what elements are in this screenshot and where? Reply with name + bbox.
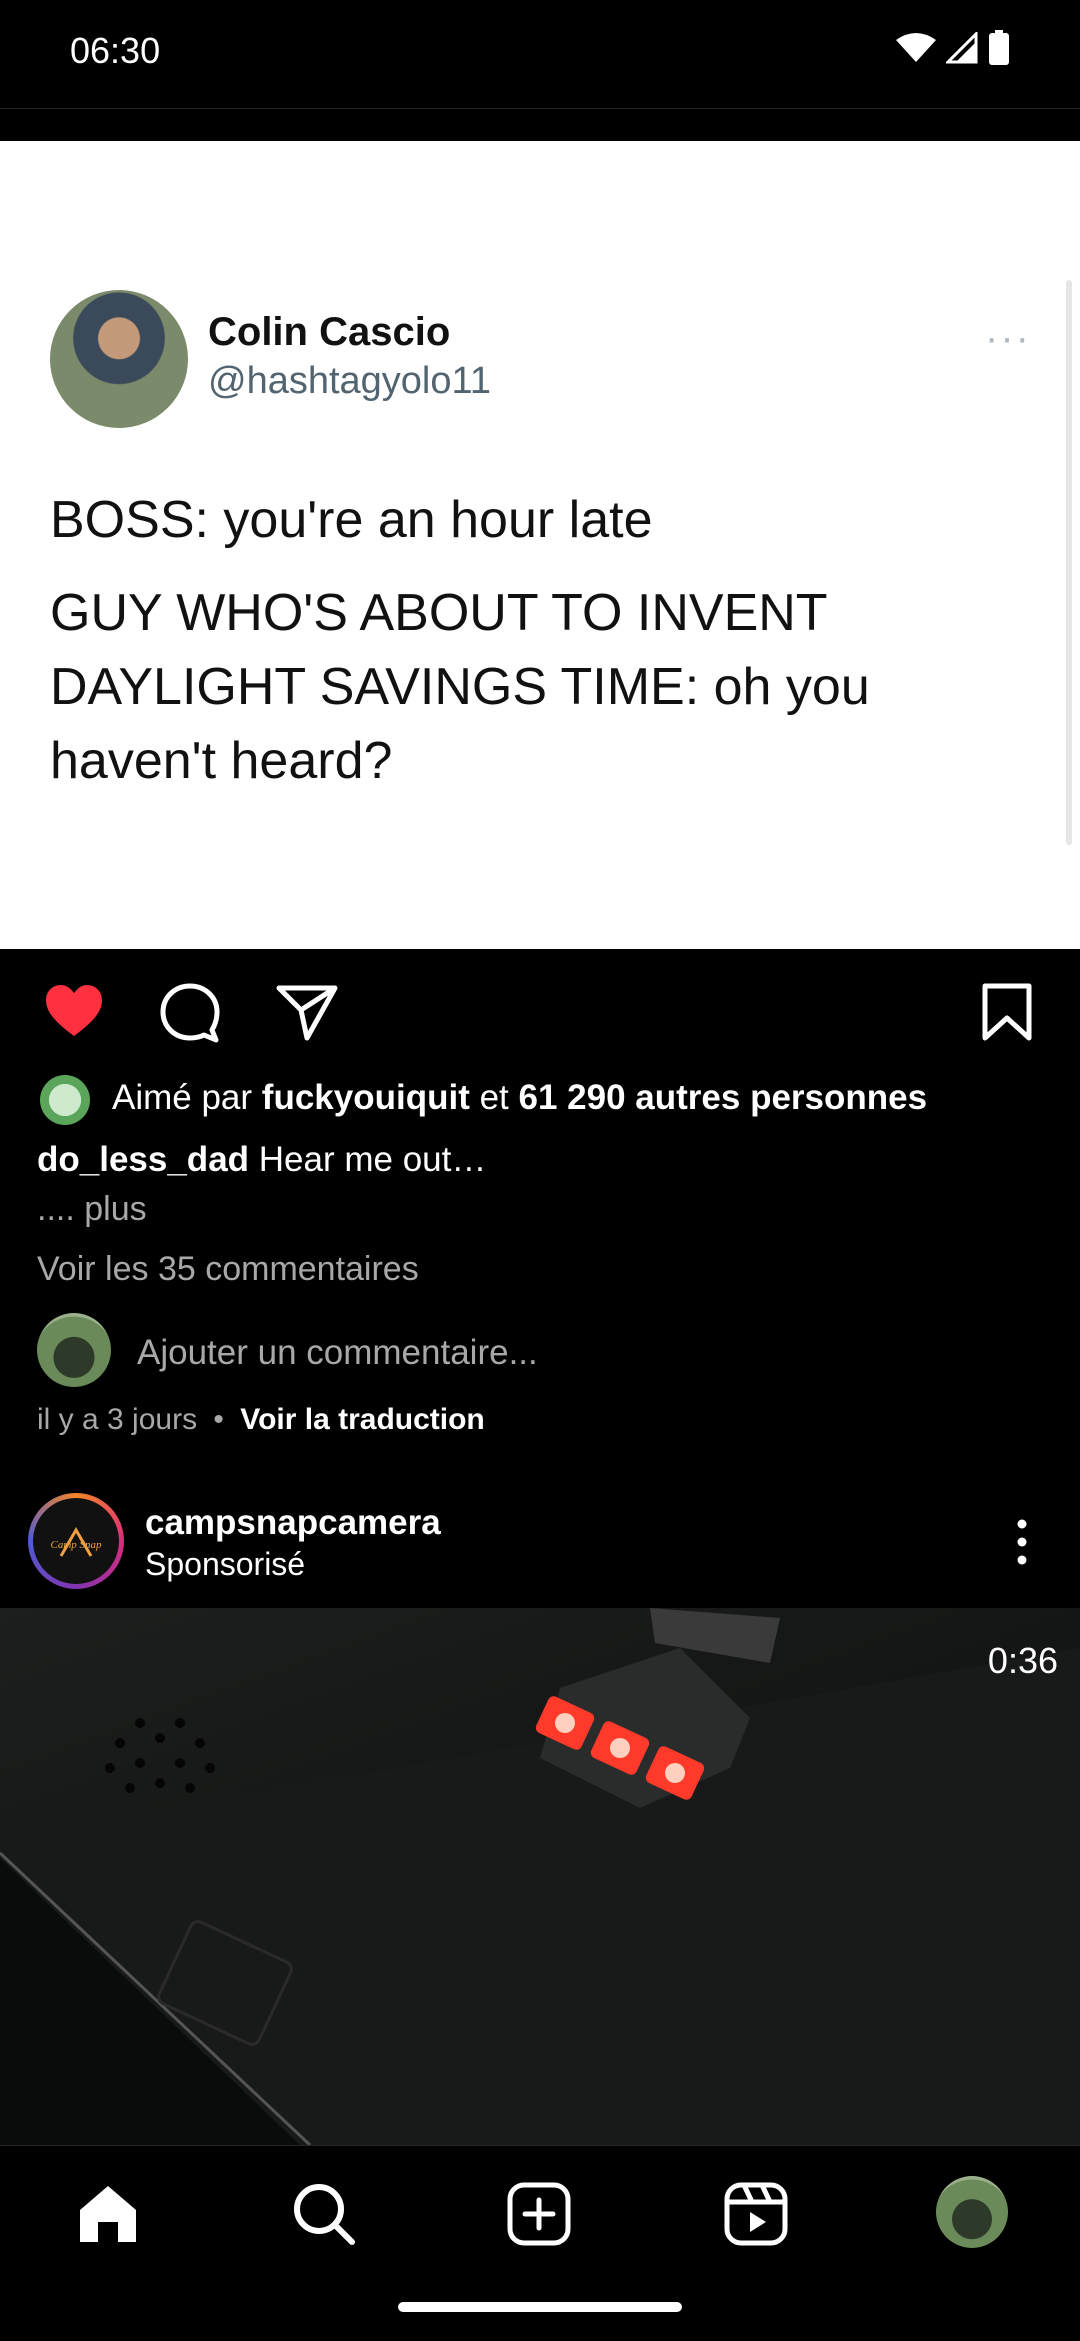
comment-icon	[160, 983, 220, 1043]
nav-reels-button[interactable]	[722, 2180, 790, 2248]
share-button[interactable]	[275, 980, 339, 1044]
likes-summary[interactable]: Aimé par fuckyouiquit et 61 290 autres p…	[112, 1078, 927, 1118]
signal-icon	[946, 32, 978, 64]
post-meta: il y a 3 jours • Voir la traduction	[37, 1403, 485, 1437]
see-translation-link[interactable]: Voir la traduction	[240, 1403, 484, 1436]
reels-icon	[724, 2182, 788, 2246]
wifi-icon	[896, 33, 936, 62]
like-button[interactable]	[42, 980, 106, 1044]
caption-text: Hear me out…	[258, 1140, 487, 1179]
likes-count[interactable]: 61 290 autres personnes	[519, 1078, 928, 1117]
save-button[interactable]	[975, 980, 1039, 1044]
liker-avatar[interactable]	[40, 1075, 90, 1125]
my-avatar	[37, 1313, 111, 1387]
tweet-text-line: GUY WHO'S ABOUT TO INVENT	[50, 584, 828, 642]
ad-video[interactable]	[0, 1608, 1080, 2145]
svg-text:Camp Snap: Camp Snap	[50, 1539, 102, 1551]
image-scrollbar	[1066, 280, 1072, 845]
tweet-author-handle: @hashtagyolo11	[208, 360, 491, 402]
battery-icon	[989, 30, 1009, 65]
status-time: 06:30	[70, 30, 161, 71]
home-icon	[80, 2186, 136, 2242]
home-indicator[interactable]	[398, 2302, 682, 2312]
video-duration: 0:36	[987, 1640, 1058, 1681]
paper-plane-icon	[276, 985, 338, 1041]
nav-profile-avatar[interactable]	[936, 2176, 1008, 2248]
likes-conjunction: et	[479, 1078, 509, 1117]
add-comment-input[interactable]: Ajouter un commentaire...	[137, 1333, 538, 1373]
previous-post-edge	[0, 108, 1080, 142]
ad-avatar[interactable]: Camp Snap	[33, 1498, 119, 1584]
more-options-icon[interactable]	[1010, 1518, 1034, 1566]
nav-search-button[interactable]	[290, 2180, 358, 2248]
post-time: il y a 3 jours	[37, 1403, 198, 1436]
bookmark-icon	[982, 983, 1032, 1041]
speaker-grille	[105, 1718, 215, 1793]
tweet-text-line: BOSS: you're an hour late	[50, 491, 653, 549]
plus-square-icon	[507, 2182, 571, 2246]
status-icons	[896, 30, 1010, 66]
liker-username[interactable]: fuckyouiquit	[262, 1078, 470, 1117]
video-frame	[0, 1608, 1080, 2145]
meta-separator: •	[213, 1403, 224, 1436]
caption-more-link[interactable]: .... plus	[37, 1190, 147, 1229]
camp-snap-logo: Camp Snap	[50, 1526, 102, 1557]
tweet-more-icon: ···	[985, 316, 1031, 360]
tweet-text-line: haven't heard?	[50, 732, 393, 790]
nav-create-button[interactable]	[505, 2180, 573, 2248]
caption: do_less_dad Hear me out…	[37, 1140, 486, 1180]
view-comments-link[interactable]: Voir les 35 commentaires	[37, 1250, 419, 1289]
tweet-avatar	[50, 290, 188, 428]
ad-username[interactable]: campsnapcamera	[145, 1503, 441, 1543]
caption-username[interactable]: do_less_dad	[37, 1140, 249, 1179]
tweet-author-name: Colin Cascio	[208, 310, 451, 354]
tweet-text-line: DAYLIGHT SAVINGS TIME: oh you	[50, 658, 870, 716]
comment-button[interactable]	[158, 980, 222, 1044]
search-icon	[294, 2184, 355, 2245]
sponsored-label: Sponsorisé	[145, 1546, 306, 1582]
likes-prefix: Aimé par	[112, 1078, 253, 1117]
heart-icon	[46, 985, 102, 1036]
nav-home-button[interactable]	[74, 2180, 142, 2248]
